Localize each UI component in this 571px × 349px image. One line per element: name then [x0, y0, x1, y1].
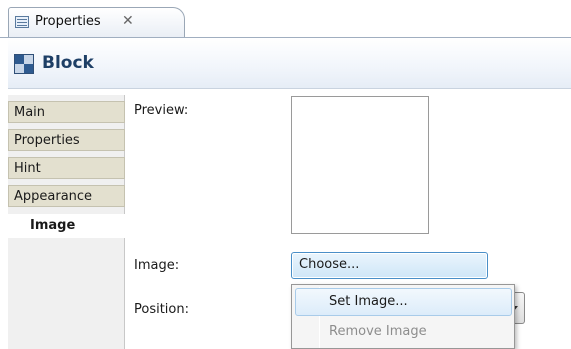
choose-popup-menu: Set Image... Remove Image — [291, 284, 515, 349]
page-title: Block — [42, 53, 94, 73]
menu-item-set-image[interactable]: Set Image... — [295, 288, 512, 316]
close-icon[interactable]: ✕ — [122, 13, 134, 29]
category-tab-hint[interactable]: Hint — [8, 157, 125, 179]
view-tab-strip: Properties ✕ — [0, 0, 571, 38]
position-label: Position: — [134, 302, 189, 317]
menu-item-remove-image: Remove Image — [329, 324, 427, 339]
category-tab-properties[interactable]: Properties — [8, 129, 125, 151]
tab-label: Properties — [35, 14, 101, 29]
image-preview — [291, 96, 429, 234]
category-tab-image[interactable]: Image — [8, 214, 125, 238]
properties-view-tab[interactable]: Properties ✕ — [8, 7, 185, 38]
properties-icon — [15, 16, 29, 28]
category-tab-appearance[interactable]: Appearance — [8, 185, 125, 207]
block-icon — [14, 54, 34, 74]
section-header: Block — [8, 38, 571, 89]
preview-label: Preview: — [134, 103, 189, 118]
choose-button[interactable]: Choose... — [291, 252, 488, 279]
image-label: Image: — [134, 258, 180, 273]
category-tab-main[interactable]: Main — [8, 101, 125, 123]
